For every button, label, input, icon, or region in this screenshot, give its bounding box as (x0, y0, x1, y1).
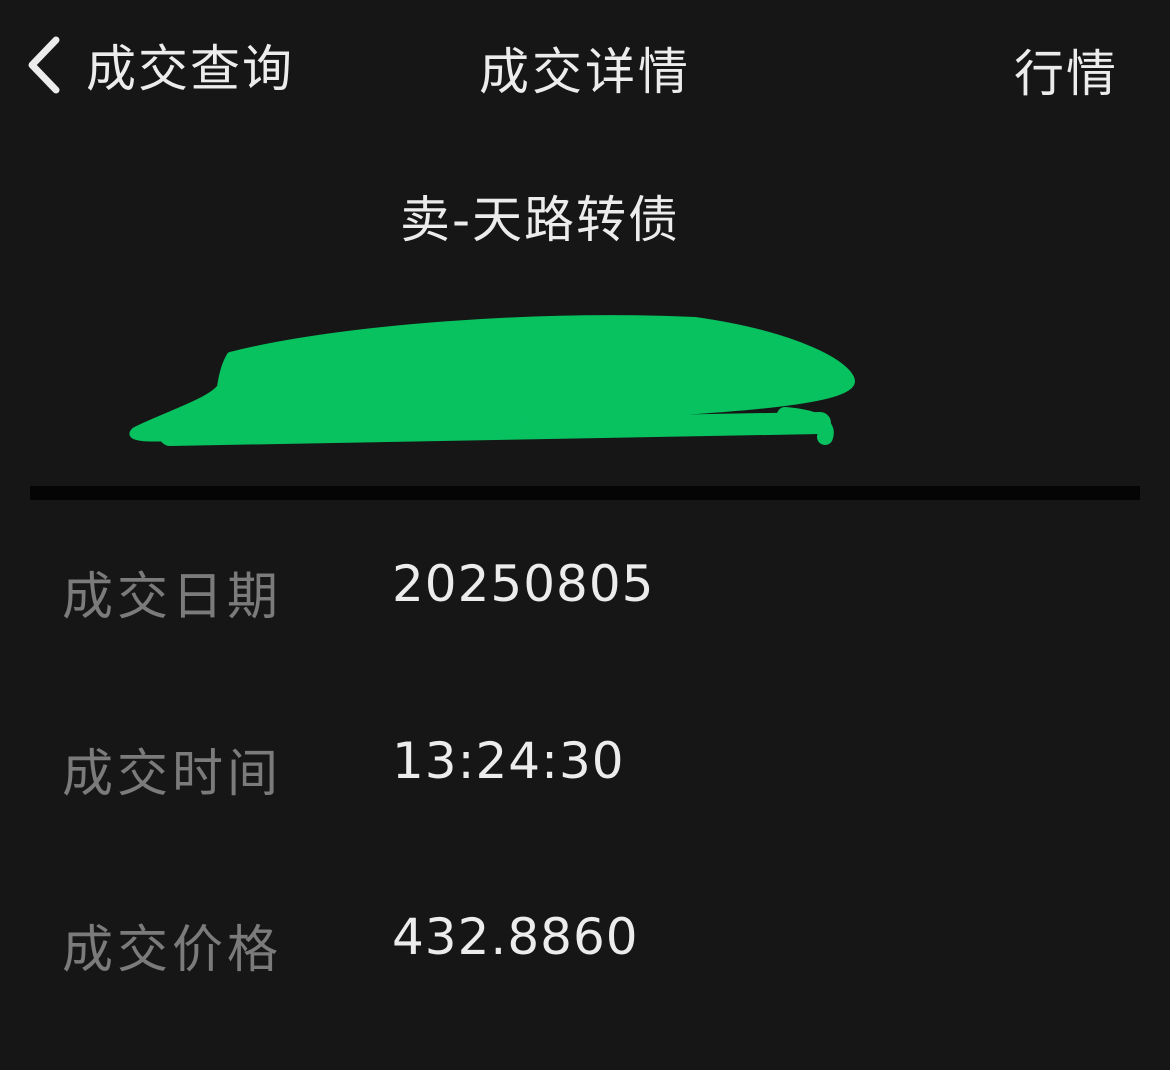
divider (30, 486, 1140, 500)
back-label: 成交查询 (86, 40, 294, 98)
trade-time-label: 成交时间 (62, 745, 283, 804)
market-quote-button[interactable]: 行情 (1014, 34, 1118, 106)
detail-row-time: 成交时间 13:24:30 (0, 732, 1170, 832)
trade-date-value: 20250805 (392, 555, 655, 613)
trade-price-value: 432.8860 (392, 908, 639, 966)
detail-row-price: 成交价格 432.8860 (0, 908, 1170, 1008)
chevron-left-icon (28, 36, 60, 94)
trade-time-value: 13:24:30 (392, 732, 625, 790)
back-button[interactable]: 成交查询 (22, 30, 294, 100)
detail-row-date: 成交日期 20250805 (0, 555, 1170, 655)
navigation-bar: 成交查询 成交详情 行情 (0, 0, 1170, 130)
trade-price-label: 成交价格 (62, 921, 283, 980)
trade-date-label: 成交日期 (62, 568, 283, 627)
trade-title: 卖-天路转债 (399, 191, 681, 249)
redaction-scribble (129, 315, 855, 446)
